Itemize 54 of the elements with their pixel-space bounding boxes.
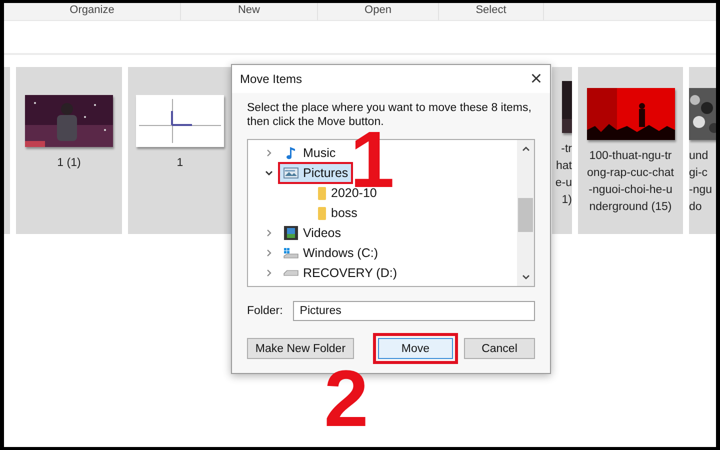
expand-chevron-icon[interactable] — [264, 228, 274, 238]
file-tile[interactable]: und gi-c -ngu do — [689, 67, 716, 234]
file-name: -tr — [561, 142, 572, 157]
tree-item[interactable]: Pictures — [280, 164, 352, 182]
file-name: ong-rap-cuc-chat — [587, 166, 674, 181]
file-tile[interactable]: 100-thuat-ngu-tr ong-rap-cuc-chat -nguoi-choi-he-u nderground (15) — [578, 67, 683, 234]
folder-field[interactable]: Pictures — [292, 301, 535, 321]
film-icon — [283, 225, 299, 241]
tree-item[interactable]: Videos — [280, 224, 344, 242]
file-name: 100-thuat-ngu-tr — [589, 149, 672, 164]
instruction-text: Select the place where you want to move these 8 items, then click the Move button. — [247, 101, 532, 129]
file-name: -ngu — [689, 183, 712, 198]
ribbon-group-label: Open — [318, 3, 439, 20]
file-name: 1 — [176, 156, 184, 171]
ribbon-group-label: New — [181, 3, 318, 20]
folder-label: Folder: — [247, 305, 283, 317]
step-number: 2 — [324, 371, 368, 427]
ribbon-group-label: Select — [439, 3, 544, 20]
folder-icon — [317, 185, 327, 201]
tree-item[interactable]: Music — [280, 144, 339, 162]
file-name: gi-c — [689, 166, 708, 181]
collapse-chevron-icon[interactable] — [264, 168, 274, 178]
file-tile[interactable] — [4, 67, 10, 234]
dialog-title: Move Items — [240, 72, 302, 86]
file-name: nderground (15) — [589, 200, 672, 215]
file-name: 1 (1) — [57, 156, 81, 171]
drive-icon — [283, 270, 299, 276]
step-number: 1 — [350, 132, 394, 188]
dialog-button[interactable]: Move — [378, 338, 453, 359]
file-name: e-u — [555, 176, 572, 191]
windows-drive-icon — [283, 245, 299, 261]
close-button[interactable]: × — [530, 69, 542, 89]
dialog-button[interactable]: Make New Folder — [247, 338, 354, 359]
file-tile[interactable]: -tr hat e-u 1) — [552, 67, 572, 234]
scroll-down-icon[interactable] — [520, 272, 530, 282]
scrollbar[interactable] — [517, 140, 534, 286]
file-name: -nguoi-choi-he-u — [588, 183, 672, 198]
file-name: do — [689, 200, 702, 215]
pictures-folder-icon — [283, 165, 299, 181]
tree-item[interactable]: RECOVERY (D:) — [280, 264, 400, 282]
dialog-button[interactable]: Cancel — [464, 338, 535, 359]
expand-chevron-icon[interactable] — [264, 148, 274, 158]
tree-item[interactable]: boss — [314, 204, 360, 222]
expand-chevron-icon[interactable] — [264, 268, 274, 278]
expand-chevron-icon[interactable] — [264, 248, 274, 258]
file-name: 1) — [562, 193, 572, 208]
file-name: und — [689, 149, 708, 164]
folder-icon — [317, 205, 327, 221]
scroll-thumb[interactable] — [518, 198, 533, 232]
file-tile[interactable]: 1 (1) — [16, 67, 122, 234]
file-tile[interactable]: 1 — [128, 67, 232, 234]
file-name: hat — [556, 159, 572, 174]
ribbon-group-label: Organize — [4, 3, 181, 20]
tree-item[interactable]: Windows (C:) — [280, 244, 382, 262]
